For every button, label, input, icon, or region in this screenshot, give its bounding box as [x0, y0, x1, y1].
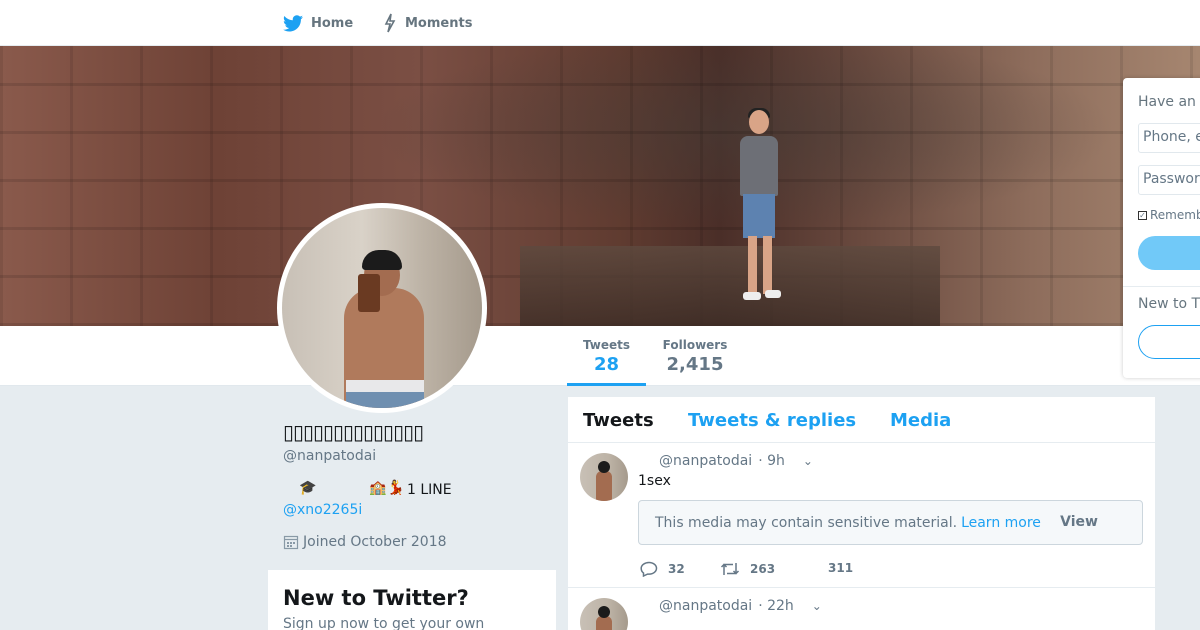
- learn-more-link[interactable]: Learn more: [961, 515, 1041, 531]
- tweet-time[interactable]: · 9h: [758, 453, 785, 469]
- nav-home-label: Home: [311, 15, 354, 31]
- like-button[interactable]: 311: [828, 561, 853, 575]
- banner-floor: [520, 246, 940, 326]
- signup-card: New to Twitter? Sign up now to get your …: [268, 570, 556, 630]
- tweet-header: @nanpatodai · 9h ⌄: [659, 453, 813, 469]
- lightning-icon: [384, 13, 396, 33]
- profile-display-name[interactable]: ▯▯▯▯▯▯▯▯▯▯▯▯▯▯: [283, 420, 553, 444]
- timeline-tabs: Tweets Tweets & replies Media: [568, 397, 1155, 443]
- signup-title: New to Twitter?: [283, 586, 469, 610]
- signup-subtitle: Sign up now to get your own: [283, 616, 485, 630]
- tab-tweets-replies[interactable]: Tweets & replies: [688, 397, 856, 443]
- joined-date: Joined October 2018: [303, 534, 447, 550]
- dancer-emoji: 💃: [387, 480, 405, 496]
- tweet[interactable]: @nanpatodai · 22h ⌄: [568, 588, 1155, 630]
- chevron-down-icon[interactable]: ⌄: [812, 599, 822, 613]
- tweet-handle[interactable]: @nanpatodai: [659, 453, 752, 469]
- calendar-icon: [283, 535, 299, 550]
- password-field[interactable]: Passwor: [1138, 165, 1200, 195]
- retweet-count: 263: [750, 562, 776, 576]
- tweet-handle[interactable]: @nanpatodai: [659, 598, 752, 614]
- tweet-avatar[interactable]: [580, 453, 628, 501]
- tweet-text: 1sex: [638, 473, 671, 489]
- nav-home[interactable]: Home: [283, 0, 353, 46]
- profile-bio-link[interactable]: @xno2265i: [283, 502, 362, 518]
- remember-me[interactable]: ✓ Rememb: [1138, 208, 1200, 222]
- stat-tweets-value: 28: [593, 354, 620, 375]
- reply-icon: [640, 561, 658, 577]
- retweet-button[interactable]: 263: [720, 561, 775, 577]
- profile-avatar[interactable]: [277, 203, 487, 413]
- tweet-header: @nanpatodai · 22h ⌄: [659, 598, 822, 614]
- new-to-twitter-label: New to T: [1138, 296, 1200, 312]
- graduation-cap-emoji: 🎓: [299, 480, 317, 496]
- stat-followers-value: 2,415: [666, 354, 724, 375]
- reply-button[interactable]: 32: [640, 561, 685, 577]
- sensitive-text: This media may contain sensitive materia…: [655, 514, 958, 531]
- have-account-label: Have an: [1138, 94, 1196, 110]
- profile-handle[interactable]: @nanpatodai: [283, 448, 553, 464]
- remember-label: Rememb: [1150, 208, 1200, 222]
- tweet-avatar[interactable]: [580, 598, 628, 630]
- school-emoji: 🏫: [369, 480, 387, 496]
- stat-tweets[interactable]: Tweets 28: [567, 326, 646, 386]
- nav-moments-label: Moments: [405, 15, 473, 31]
- profile-banner: [0, 46, 1200, 326]
- profile-joined: Joined October 2018: [283, 534, 447, 550]
- avatar-photo: [282, 208, 482, 408]
- tab-media[interactable]: Media: [890, 397, 951, 443]
- phone-email-field[interactable]: Phone, e: [1138, 123, 1200, 153]
- twitter-bird-icon: [283, 14, 303, 31]
- tweet-actions: 32 263 311: [640, 561, 940, 581]
- tweet-time[interactable]: · 22h: [758, 598, 794, 614]
- login-button[interactable]: [1138, 236, 1200, 270]
- bio-text: 1 LINE: [407, 482, 452, 498]
- like-count: 311: [828, 561, 854, 575]
- stat-followers-label: Followers: [662, 338, 728, 352]
- profile-stats-bar: Tweets 28 Followers 2,415: [0, 326, 1200, 386]
- stat-followers[interactable]: Followers 2,415: [655, 326, 735, 386]
- timeline: Tweets Tweets & replies Media @nanpatoda…: [568, 397, 1155, 630]
- tab-tweets[interactable]: Tweets: [583, 397, 654, 443]
- sensitive-media-notice: This media may contain sensitive materia…: [638, 500, 1143, 545]
- retweet-icon: [720, 563, 740, 575]
- signup-button[interactable]: [1138, 325, 1200, 359]
- stat-tweets-label: Tweets: [582, 338, 631, 352]
- view-button[interactable]: View: [1060, 514, 1098, 530]
- login-divider: [1123, 286, 1200, 287]
- chevron-down-icon[interactable]: ⌄: [803, 454, 813, 468]
- nav-moments[interactable]: Moments: [383, 0, 472, 46]
- tweet[interactable]: @nanpatodai · 9h ⌄ 1sex This media may c…: [568, 443, 1155, 588]
- top-navigation: Home Moments: [0, 0, 1200, 46]
- banner-person: [735, 108, 785, 300]
- profile-info: ▯▯▯▯▯▯▯▯▯▯▯▯▯▯ @nanpatodai 🎓 🏫 💃 1 LINE …: [283, 420, 553, 550]
- login-dropdown: Have an Phone, e Passwor ✓ Rememb New to…: [1123, 78, 1200, 378]
- remember-checkbox[interactable]: ✓: [1138, 210, 1147, 220]
- reply-count: 32: [668, 562, 685, 576]
